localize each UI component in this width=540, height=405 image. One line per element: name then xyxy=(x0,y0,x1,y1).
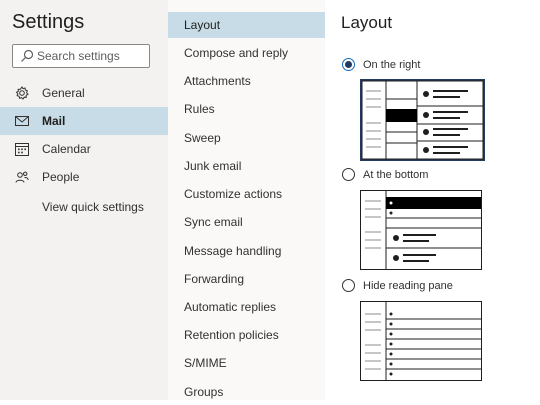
menu-label: Retention policies xyxy=(184,328,279,342)
reading-pane-right-preview[interactable] xyxy=(360,79,485,161)
nav-label-people: People xyxy=(42,170,80,184)
search-icon xyxy=(21,49,34,62)
search-box[interactable] xyxy=(12,44,150,68)
menu-item-automatic-replies[interactable]: Automatic replies xyxy=(168,294,325,320)
option-label: At the bottom xyxy=(363,168,429,181)
nav-item-people[interactable]: People xyxy=(0,163,168,191)
search-input[interactable] xyxy=(37,47,145,65)
menu-item-sync-email[interactable]: Sync email xyxy=(168,209,325,235)
radio-at-the-bottom[interactable] xyxy=(342,168,355,181)
view-quick-settings-link[interactable]: View quick settings xyxy=(42,200,144,214)
option-at-the-bottom[interactable]: At the bottom xyxy=(342,168,428,181)
mail-settings-menu: Layout Compose and reply Attachments Rul… xyxy=(168,0,325,400)
calendar-icon xyxy=(14,141,30,157)
menu-item-rules[interactable]: Rules xyxy=(168,96,325,122)
nav-item-mail[interactable]: Mail xyxy=(0,107,168,135)
gear-icon xyxy=(14,85,30,101)
menu-item-retention-policies[interactable]: Retention policies xyxy=(168,322,325,348)
menu-item-layout[interactable]: Layout xyxy=(168,12,325,38)
layout-title: Layout xyxy=(341,13,393,32)
menu-label: Junk email xyxy=(184,159,242,173)
menu-label: Compose and reply xyxy=(184,46,289,60)
menu-item-junk-email[interactable]: Junk email xyxy=(168,153,325,179)
menu-item-smime[interactable]: S/MIME xyxy=(168,350,325,376)
menu-item-attachments[interactable]: Attachments xyxy=(168,68,325,94)
nav-label-mail: Mail xyxy=(42,114,66,128)
option-on-the-right[interactable]: On the right xyxy=(342,58,420,71)
menu-label: Forwarding xyxy=(184,272,245,286)
menu-label: S/MIME xyxy=(184,356,227,370)
nav-label-general: General xyxy=(42,86,85,100)
mail-icon xyxy=(14,113,30,129)
menu-item-compose-and-reply[interactable]: Compose and reply xyxy=(168,40,325,66)
menu-label: Sync email xyxy=(184,215,243,229)
option-hide-reading-pane[interactable]: Hide reading pane xyxy=(342,279,453,292)
menu-label: Groups xyxy=(184,385,224,399)
radio-on-the-right[interactable] xyxy=(342,58,355,71)
settings-title: Settings xyxy=(12,11,85,33)
layout-panel: Layout On the right At the bottom Hide r… xyxy=(325,0,540,400)
radio-hide-reading-pane[interactable] xyxy=(342,279,355,292)
nav-item-calendar[interactable]: Calendar xyxy=(0,135,168,163)
menu-label: Attachments xyxy=(184,74,251,88)
option-label: Hide reading pane xyxy=(363,279,453,292)
nav-item-general[interactable]: General xyxy=(0,79,168,107)
menu-label: Rules xyxy=(184,102,215,116)
menu-label: Automatic replies xyxy=(184,300,277,314)
menu-label: Layout xyxy=(184,18,221,32)
menu-label: Customize actions xyxy=(184,187,283,201)
settings-sidebar: Settings General Mail xyxy=(0,0,168,400)
menu-label: Sweep xyxy=(184,131,221,145)
people-icon xyxy=(14,169,30,185)
menu-label: Message handling xyxy=(184,244,282,258)
menu-item-message-handling[interactable]: Message handling xyxy=(168,238,325,264)
menu-item-forwarding[interactable]: Forwarding xyxy=(168,266,325,292)
menu-item-sweep[interactable]: Sweep xyxy=(168,125,325,151)
reading-pane-bottom-preview[interactable] xyxy=(360,190,482,270)
menu-item-customize-actions[interactable]: Customize actions xyxy=(168,181,325,207)
menu-item-groups[interactable]: Groups xyxy=(168,379,325,405)
option-label: On the right xyxy=(363,58,421,71)
nav-label-calendar: Calendar xyxy=(42,142,91,156)
reading-pane-hidden-preview[interactable] xyxy=(360,301,482,381)
